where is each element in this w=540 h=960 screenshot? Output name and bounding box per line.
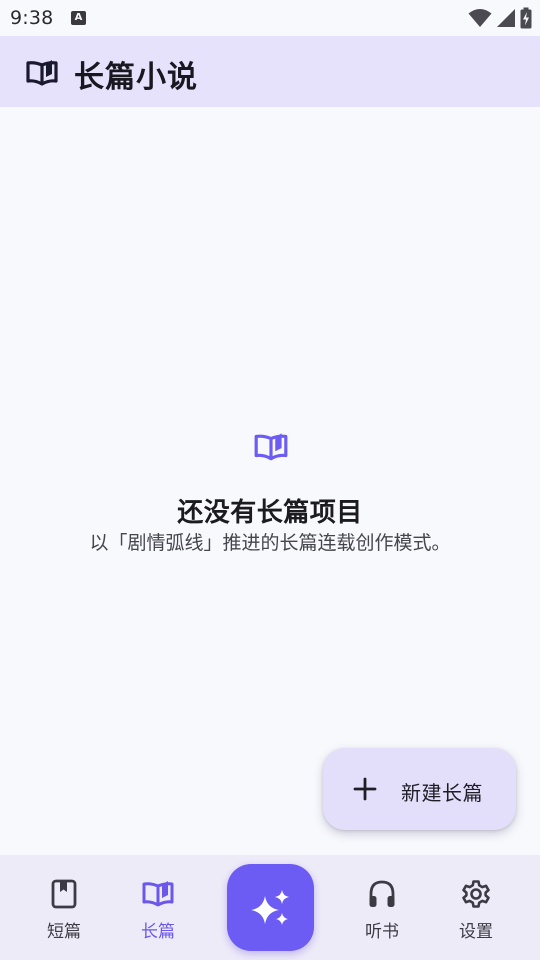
bottom-navigation: 短篇 长篇 听书 设置 bbox=[0, 855, 540, 960]
nav-item-long[interactable]: 长篇 bbox=[118, 855, 198, 960]
nav-item-settings[interactable]: 设置 bbox=[436, 855, 516, 960]
status-icons bbox=[468, 7, 532, 29]
nav-label-short: 短篇 bbox=[47, 922, 81, 942]
open-book-icon bbox=[142, 881, 174, 907]
empty-state-title: 还没有长篇项目 bbox=[177, 498, 363, 528]
status-time: 9:38 bbox=[10, 7, 54, 29]
nav-label-long: 长篇 bbox=[141, 922, 175, 942]
gear-icon bbox=[462, 880, 490, 908]
page-title: 长篇小说 bbox=[74, 60, 198, 95]
notification-a-icon: A bbox=[71, 11, 86, 25]
empty-state-book-icon bbox=[254, 433, 288, 461]
new-long-novel-button[interactable]: 新建长篇 bbox=[323, 748, 516, 830]
sparkles-icon bbox=[251, 890, 289, 925]
battery-icon bbox=[520, 7, 532, 29]
plus-icon bbox=[353, 777, 377, 801]
signal-icon bbox=[497, 9, 515, 27]
nav-item-audiobook[interactable]: 听书 bbox=[342, 855, 422, 960]
app-bar: 长篇小说 bbox=[0, 36, 540, 107]
screen: 9:38 A 长篇小说 还没有长篇项目 以「剧情弧线」推进的长篇连载创作模式。 … bbox=[0, 0, 540, 960]
nav-label-settings: 设置 bbox=[459, 922, 493, 942]
empty-state-subtitle: 以「剧情弧线」推进的长篇连载创作模式。 bbox=[89, 532, 451, 554]
headphones-icon bbox=[369, 880, 395, 907]
ai-create-button[interactable] bbox=[227, 864, 314, 951]
bookmark-book-icon bbox=[51, 879, 77, 909]
open-book-icon bbox=[26, 60, 58, 86]
nav-label-audiobook: 听书 bbox=[365, 922, 399, 942]
wifi-icon bbox=[468, 9, 492, 27]
status-bar: 9:38 A bbox=[0, 0, 540, 36]
new-long-novel-label: 新建长篇 bbox=[401, 781, 483, 805]
nav-item-short[interactable]: 短篇 bbox=[24, 855, 104, 960]
